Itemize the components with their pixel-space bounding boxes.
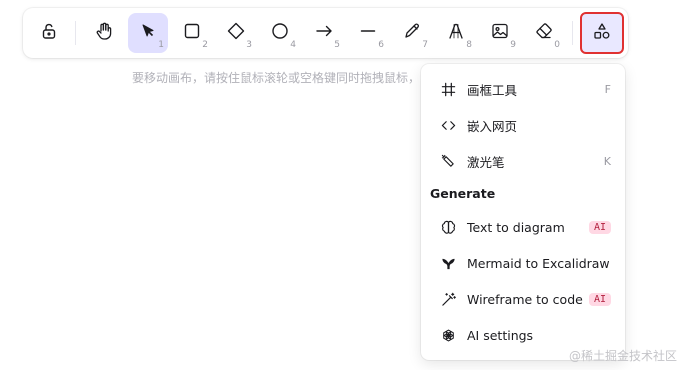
selection-tool[interactable]: 1 [128, 13, 168, 53]
section-title-generate: Generate [430, 186, 496, 201]
laser-icon [440, 153, 456, 169]
diamond-icon [226, 21, 246, 45]
menu-item-label: 画框工具 [467, 82, 518, 98]
toolbar-divider [75, 21, 76, 45]
watermark: @稀土掘金技术社区 [568, 349, 677, 363]
menu-item-label: AI settings [467, 327, 534, 343]
toolbar-divider [572, 21, 573, 45]
menu-item-label: Mermaid to Excalidraw [467, 255, 610, 271]
toolbar: 1 2 3 4 5 6 7 8 9 0 [23, 8, 628, 58]
menu-item-wireframe-to-code[interactable]: Wireframe to code AI [429, 284, 617, 314]
image-icon [490, 21, 510, 45]
mermaid-icon [440, 255, 456, 271]
menu-item-frame-tool[interactable]: 画框工具 F [429, 74, 617, 104]
ai-badge: AI [588, 220, 611, 234]
arrow-tool[interactable]: 5 [304, 13, 344, 53]
canvas[interactable]: 1 2 3 4 5 6 7 8 9 0 要移动画布，请按住鼠标滚轮或空格键同时拖… [0, 0, 685, 370]
shapes-icon [592, 21, 612, 45]
arrow-right-icon [314, 21, 334, 45]
hand-icon [94, 21, 114, 45]
eraser-tool[interactable]: 0 [524, 13, 564, 53]
shortcut-key: 1 [158, 40, 164, 50]
shortcut-key: 5 [334, 40, 340, 50]
frame-icon [440, 81, 456, 97]
canvas-hint: 要移动画布，请按住鼠标滚轮或空格键同时拖拽鼠标， [132, 71, 421, 85]
draw-tool[interactable]: 7 [392, 13, 432, 53]
menu-item-text-to-diagram[interactable]: Text to diagram AI [429, 212, 617, 242]
shortcut-key: 2 [202, 40, 208, 50]
image-tool[interactable]: 9 [480, 13, 520, 53]
openai-icon [440, 327, 456, 343]
pencil-icon [402, 21, 422, 45]
ellipse-tool[interactable]: 4 [260, 13, 300, 53]
menu-item-embed[interactable]: 嵌入网页 [429, 110, 617, 140]
line-tool[interactable]: 6 [348, 13, 388, 53]
menu-item-label: Wireframe to code [467, 291, 583, 307]
menu-item-laser[interactable]: 激光笔 K [429, 146, 617, 176]
lock-open-icon [39, 21, 59, 45]
text-icon [446, 21, 466, 45]
shortcut-key: F [604, 82, 611, 96]
shortcut-key: K [603, 154, 611, 168]
menu-item-mermaid[interactable]: Mermaid to Excalidraw [429, 248, 617, 278]
menu-item-ai-settings[interactable]: AI settings [429, 320, 617, 350]
embed-icon [440, 117, 456, 133]
diamond-tool[interactable]: 3 [216, 13, 256, 53]
menu-item-label: 激光笔 [467, 154, 505, 170]
shortcut-key: 6 [378, 40, 384, 50]
shortcut-key: 7 [422, 40, 428, 50]
hand-tool[interactable] [84, 13, 124, 53]
shortcut-key: 9 [510, 40, 516, 50]
square-icon [182, 21, 202, 45]
shortcut-key: 8 [466, 40, 472, 50]
magic-wand-icon [440, 291, 456, 307]
text-tool[interactable]: 8 [436, 13, 476, 53]
circle-icon [270, 21, 290, 45]
brain-icon [440, 219, 456, 235]
shortcut-key: 3 [246, 40, 252, 50]
menu-item-label: 嵌入网页 [467, 118, 518, 134]
ai-badge: AI [588, 292, 611, 306]
more-tools-dropdown: 画框工具 F 嵌入网页 激光笔 K Generate Text to diagr… [421, 64, 625, 360]
rectangle-tool[interactable]: 2 [172, 13, 212, 53]
more-tools-button[interactable] [580, 12, 624, 54]
eraser-icon [534, 21, 554, 45]
line-icon [358, 21, 378, 45]
pointer-icon [138, 21, 158, 45]
lock-tool[interactable] [29, 13, 69, 53]
shortcut-key: 4 [290, 40, 296, 50]
shortcut-key: 0 [554, 40, 560, 50]
menu-item-label: Text to diagram [467, 219, 565, 235]
